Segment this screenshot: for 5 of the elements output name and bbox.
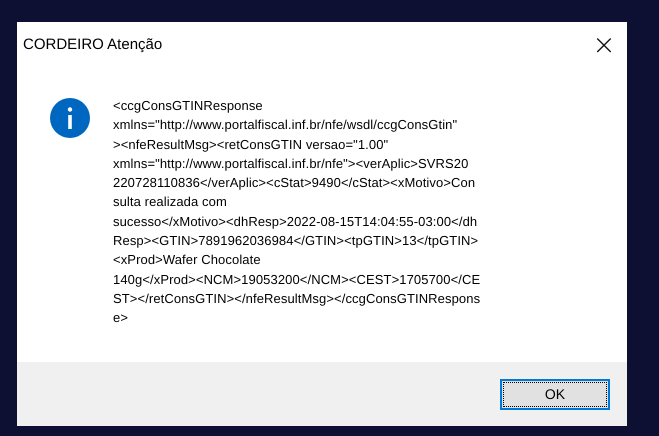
message-text: <ccgConsGTINResponse xmlns="http://www.portalfiscal.inf.br/nfe/wsdl/ccgConsGtin" ><nfeResultMsg><retConsGTIN versao="1.00" xmlns="http://www.portalfiscal.inf.br/nfe"><verAplic>SVRS20 220728110836</verAplic><cStat>9490</cStat><xMotivo>Con sulta realizada com sucesso</xMotivo><dhResp>2022-08-15T14:04:55-03:00</dh Resp><GTIN>7891962036984</GTIN><tpGTIN>13</tpGTIN> <xProd>Wafer Chocolate 140g</xProd><NCM>19053200</NCM><CEST>1705700</CE ST></retConsGTIN></nfeResultMsg></ccgConsGTINRespons e> [113, 97, 480, 328]
info-icon [50, 98, 90, 138]
window-title: CORDEIRO Atenção [23, 36, 162, 52]
ok-button[interactable]: OK [500, 378, 610, 410]
close-button[interactable]: × [581, 22, 627, 66]
